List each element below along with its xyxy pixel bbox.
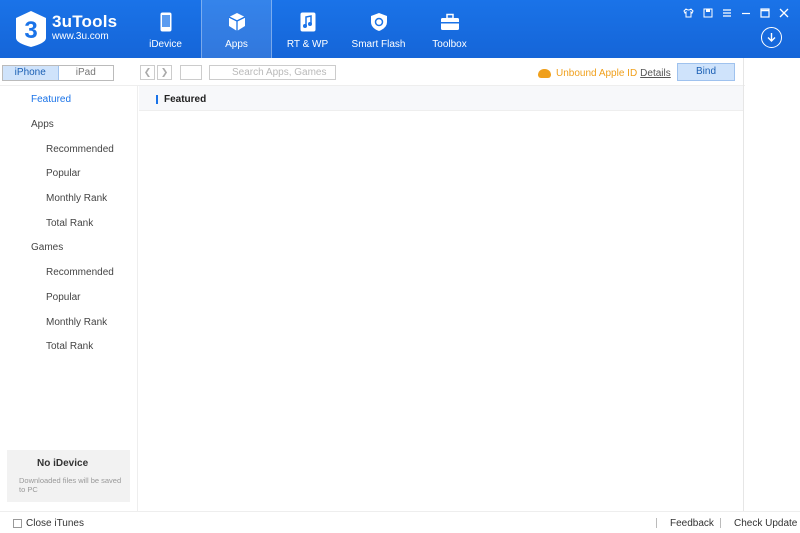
- brand: 3uTools www.3u.com: [52, 13, 117, 43]
- nav-toolbox-label: Toolbox: [432, 39, 467, 50]
- back-button[interactable]: ❮: [140, 65, 155, 80]
- bind-button[interactable]: Bind: [677, 63, 735, 81]
- sidebar-item-games-total-rank[interactable]: Total Rank: [46, 341, 93, 352]
- nav-rt-wp[interactable]: RT & WP: [272, 0, 343, 58]
- sidebar-item-games-monthly-rank[interactable]: Monthly Rank: [46, 317, 107, 328]
- forward-button[interactable]: ❯: [157, 65, 172, 80]
- nav-idevice-label: iDevice: [149, 39, 182, 50]
- sidebar-item-apps-total-rank[interactable]: Total Rank: [46, 218, 93, 229]
- main-content: Featured: [139, 86, 743, 511]
- nav-toolbox[interactable]: Toolbox: [414, 0, 485, 58]
- divider: [720, 518, 721, 528]
- sidebar-item-apps-recommended[interactable]: Recommended: [46, 144, 114, 155]
- toolbar: iPhone iPad ❮ ❯ Search Apps, Games Unbou…: [0, 58, 745, 86]
- main-nav: iDevice Apps RT & WP Smart Flash Toolbox: [130, 0, 485, 58]
- nav-smart-flash[interactable]: Smart Flash: [343, 0, 414, 58]
- page-title: Featured: [164, 94, 207, 105]
- sidebar-header-apps[interactable]: Apps: [31, 119, 54, 130]
- no-device-panel: No iDevice Downloaded files will be save…: [7, 450, 130, 502]
- details-link[interactable]: Details: [640, 68, 671, 79]
- sidebar-header-games[interactable]: Games: [31, 242, 63, 253]
- nav-apps-label: Apps: [225, 39, 248, 50]
- cube-icon: [227, 11, 247, 33]
- music-icon: [298, 11, 318, 33]
- divider: [656, 518, 657, 528]
- sidebar-item-apps-popular[interactable]: Popular: [46, 168, 80, 179]
- device-segmented-control: iPhone iPad: [2, 65, 114, 81]
- top-header: 3 3uTools www.3u.com iDevice Apps RT & W…: [0, 0, 800, 58]
- status-bar: Close iTunes Feedback Check Update: [0, 511, 800, 533]
- download-icon[interactable]: [761, 27, 782, 48]
- sidebar-item-games-popular[interactable]: Popular: [46, 292, 80, 303]
- apple-id-status: Unbound Apple ID Details: [538, 68, 671, 79]
- shield-icon: [369, 11, 389, 33]
- maximize-icon[interactable]: [758, 6, 771, 19]
- no-device-title: No iDevice: [37, 458, 89, 469]
- refresh-button[interactable]: [180, 65, 202, 80]
- svg-text:3: 3: [24, 17, 37, 44]
- nav-smart-flash-label: Smart Flash: [351, 39, 406, 50]
- nav-rt-wp-label: RT & WP: [286, 39, 329, 50]
- close-icon[interactable]: [777, 6, 790, 19]
- section-marker: [156, 95, 158, 104]
- minimize-icon[interactable]: [739, 6, 752, 19]
- 3utools-logo: 3: [16, 11, 46, 47]
- window-controls: [682, 6, 790, 19]
- nav-idevice[interactable]: iDevice: [130, 0, 201, 58]
- tab-ipad[interactable]: iPad: [59, 66, 114, 80]
- no-device-description: Downloaded files will be saved to PC: [19, 476, 122, 494]
- content-header: Featured: [139, 86, 743, 111]
- close-itunes-checkbox[interactable]: [13, 519, 22, 528]
- feedback-link[interactable]: Feedback: [670, 518, 714, 529]
- shirt-icon[interactable]: [682, 6, 695, 19]
- sidebar-item-featured[interactable]: Featured: [31, 94, 71, 105]
- right-divider: [743, 58, 744, 511]
- search-input[interactable]: Search Apps, Games: [209, 65, 336, 80]
- sidebar-item-games-recommended[interactable]: Recommended: [46, 267, 114, 278]
- note-icon[interactable]: [701, 6, 714, 19]
- chevron-right-icon: ❯: [160, 67, 169, 77]
- brand-url: www.3u.com: [52, 31, 109, 42]
- toolbox-icon: [440, 11, 460, 33]
- brand-name: 3uTools: [52, 12, 118, 31]
- cloud-icon: [538, 69, 551, 78]
- chevron-left-icon: ❮: [143, 67, 152, 77]
- sidebar-item-apps-monthly-rank[interactable]: Monthly Rank: [46, 193, 107, 204]
- check-update-link[interactable]: Check Update: [734, 518, 797, 529]
- sidebar: Featured Apps Recommended Popular Monthl…: [0, 86, 138, 511]
- nav-apps[interactable]: Apps: [201, 0, 272, 58]
- close-itunes-label[interactable]: Close iTunes: [26, 518, 84, 529]
- tab-iphone[interactable]: iPhone: [3, 66, 59, 80]
- settings-icon[interactable]: [720, 6, 733, 19]
- apple-id-status-text: Unbound Apple ID: [556, 68, 638, 79]
- phone-icon: [156, 11, 176, 33]
